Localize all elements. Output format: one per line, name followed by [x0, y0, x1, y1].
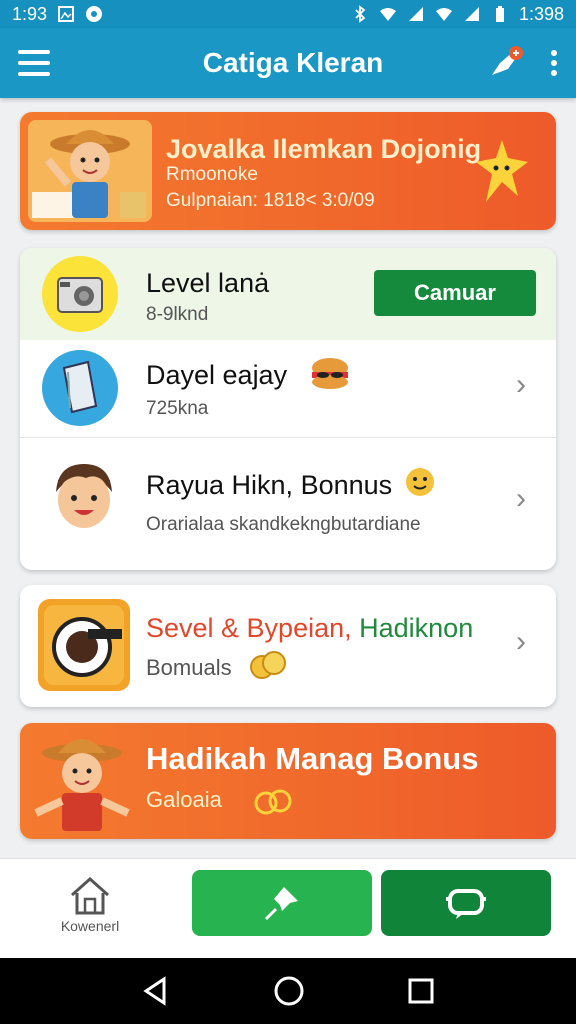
- banner-top-line1: Rmoonoke: [166, 164, 258, 185]
- row-dayel-sub: 725kna: [146, 398, 209, 419]
- row-bonus-sub: Orarialaa skandkekngbutardiane: [146, 514, 421, 535]
- list-item-bonus[interactable]: Rayua Hikn, Bonnus Orarialaa skandkekngb…: [20, 438, 556, 570]
- card3-title: Sevel & Bypeian, Hadiknon: [146, 613, 473, 644]
- star-mascot-icon: [476, 140, 528, 202]
- camuar-button[interactable]: Camuar: [374, 270, 536, 316]
- promo-banner-top[interactable]: Jovalka Ilemkan Dojonig Rmoonoke Gulpnai…: [20, 112, 556, 230]
- list-item-dayel[interactable]: Dayel eajay 725kna ›: [20, 340, 556, 438]
- app-bar: Catiga Kleran: [0, 28, 576, 98]
- rewards-list-card: Level lanȧ 8-9lknd Camuar Dayel eajay 72…: [20, 248, 556, 570]
- banner-bottom-sub: Galoaia: [146, 787, 222, 812]
- row-level-sub: 8-9lknd: [146, 304, 209, 325]
- system-navigation-bar: [0, 958, 576, 1024]
- kid-mascot-illustration-2: [34, 739, 130, 831]
- home-tab-label: Kowenerl: [60, 918, 120, 934]
- signal-icon-2: [464, 7, 479, 21]
- row-bonus-title: Rayua Hikn, Bonnus: [146, 470, 393, 500]
- signal-icon: [408, 7, 423, 21]
- coins-icon: [250, 651, 286, 679]
- home-circle-icon[interactable]: [272, 974, 306, 1008]
- burger-emoji-icon: [312, 358, 348, 389]
- status-bar: 1:93 1:398: [0, 0, 576, 28]
- status-time: 1:93: [12, 3, 48, 24]
- banner-top-line2: Gulpnaian: 1818< 3:0/09: [166, 190, 375, 211]
- banner-top-title: Jovalka Ilemkan Dojonig: [166, 134, 482, 164]
- bonus-card[interactable]: Sevel & Bypeian, Hadiknon Bomuals ›: [20, 585, 556, 707]
- chat-action-button[interactable]: [381, 870, 551, 936]
- promo-banner-bottom[interactable]: Hadikah Manag Bonus Galoaia: [20, 723, 556, 839]
- home-tab[interactable]: Kowenerl: [40, 875, 140, 934]
- rocket-icon[interactable]: [486, 45, 526, 81]
- recents-icon[interactable]: [406, 976, 436, 1006]
- phone-device-icon: [42, 350, 118, 426]
- bluetooth-icon: [355, 5, 366, 23]
- bottom-navigation: Kowenerl: [0, 858, 576, 958]
- notification-dot-icon: [86, 6, 103, 22]
- card3-title-b: Hadiknon: [359, 613, 474, 643]
- card3-title-a: Sevel & Bypeian,: [146, 613, 352, 643]
- card3-sub: Bomuals: [146, 655, 232, 680]
- list-item-level[interactable]: Level lanȧ 8-9lknd Camuar: [20, 248, 556, 340]
- hamburger-menu-icon[interactable]: [18, 50, 50, 76]
- wifi-icon: [379, 8, 396, 21]
- wifi-icon-2: [435, 8, 452, 21]
- home-icon: [71, 876, 109, 915]
- chat-bubble-icon: [446, 889, 486, 919]
- chevron-right-icon[interactable]: ›: [516, 625, 526, 659]
- pin-action-button[interactable]: [192, 870, 372, 936]
- app-title: Catiga Kleran: [202, 47, 384, 78]
- banner-bottom-title: Hadikah Manag Bonus: [146, 741, 479, 776]
- kid-mascot-illustration: [28, 120, 152, 222]
- coffee-machine-icon: [38, 599, 130, 691]
- camera-icon: [42, 256, 118, 332]
- back-icon[interactable]: [140, 975, 172, 1007]
- chevron-right-icon[interactable]: ›: [516, 482, 526, 516]
- battery-icon: [495, 6, 504, 22]
- pin-icon: [264, 887, 298, 921]
- row-dayel-title: Dayel eajay: [146, 360, 288, 390]
- more-options-icon[interactable]: [550, 50, 558, 76]
- smiley-emoji-icon: [406, 468, 434, 496]
- image-notification-icon: [58, 6, 75, 22]
- chevron-right-icon[interactable]: ›: [516, 368, 526, 402]
- row-level-title: Level lanȧ: [146, 268, 270, 298]
- boy-avatar-icon: [56, 464, 112, 528]
- coins-icon: [254, 789, 292, 815]
- status-clock-right: 1:398: [518, 3, 564, 24]
